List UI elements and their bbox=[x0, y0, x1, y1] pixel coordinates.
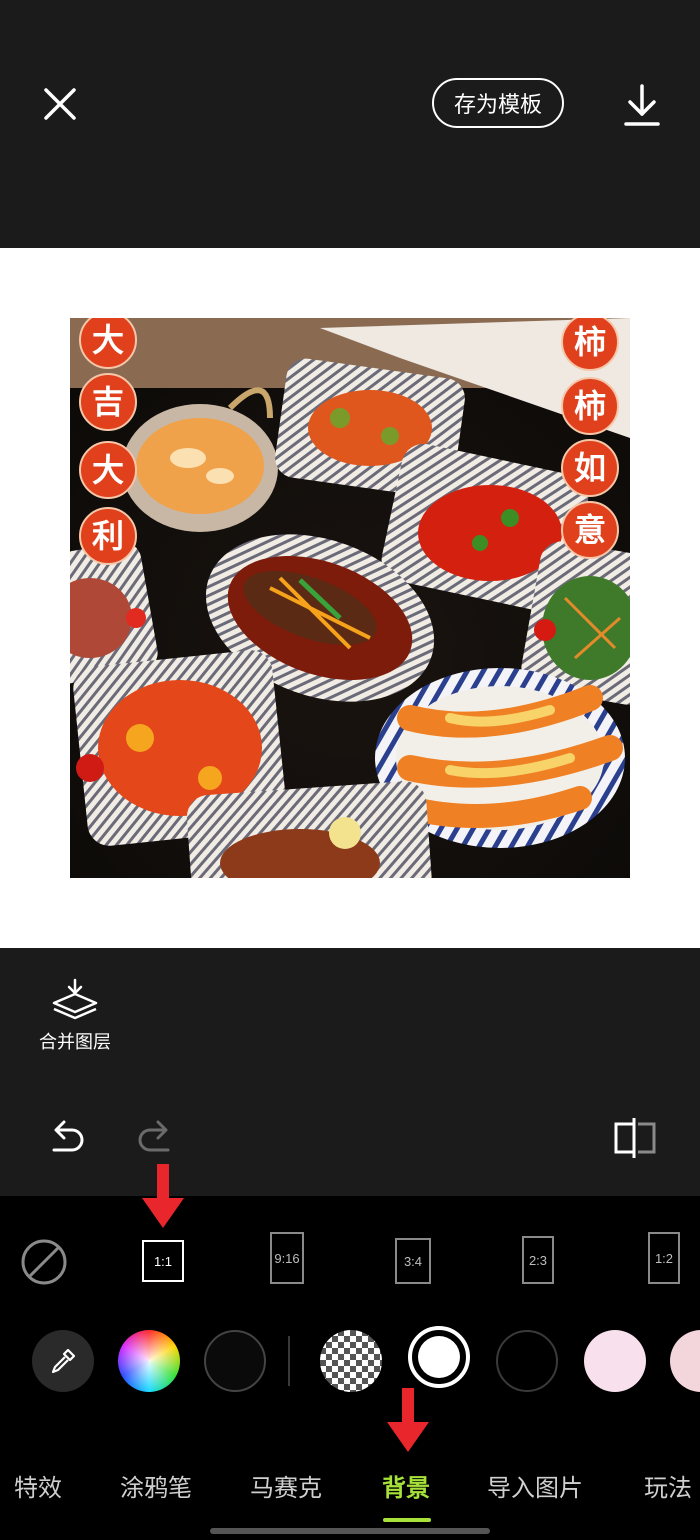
right-banner-char-4: 意 bbox=[574, 511, 606, 549]
right-banner-char-2: 柿 bbox=[574, 387, 606, 425]
left-banner-char-2: 吉 bbox=[92, 383, 124, 421]
tab-effects[interactable]: 特效 bbox=[14, 1468, 62, 1503]
tab-gameplay[interactable]: 玩法 bbox=[644, 1468, 692, 1503]
compare-button[interactable] bbox=[612, 1116, 660, 1160]
save-template-button[interactable]: 存为模板 bbox=[432, 78, 564, 128]
close-icon bbox=[44, 88, 76, 120]
eyedropper-icon bbox=[51, 1348, 76, 1374]
tab-import-image[interactable]: 导入图片 bbox=[487, 1468, 583, 1503]
canvas-background[interactable]: 大 吉 大 利 柿 柿 如 意 bbox=[0, 248, 700, 948]
color-swatch-light-pink[interactable] bbox=[584, 1330, 646, 1392]
red-arrow-icon bbox=[387, 1388, 429, 1452]
ratio-row: 1:1 9:16 3:4 2:3 1:2 bbox=[0, 1196, 700, 1316]
food-photo-image: 大 吉 大 利 柿 柿 如 意 bbox=[70, 318, 630, 878]
home-indicator bbox=[210, 1528, 490, 1534]
red-arrow-icon bbox=[142, 1164, 184, 1228]
ratio-2-3[interactable]: 2:3 bbox=[522, 1236, 554, 1284]
edit-area: 合并图层 bbox=[0, 948, 700, 1196]
ratio-1-1[interactable]: 1:1 bbox=[142, 1240, 184, 1282]
color-swatch-black-2[interactable] bbox=[496, 1330, 558, 1392]
compare-icon bbox=[614, 1118, 656, 1158]
download-icon bbox=[624, 84, 660, 126]
color-wheel-button[interactable] bbox=[118, 1330, 180, 1392]
food-photo[interactable]: 大 吉 大 利 柿 柿 如 意 bbox=[70, 318, 630, 878]
transparent-swatch[interactable] bbox=[320, 1330, 382, 1392]
undo-button[interactable] bbox=[46, 1118, 88, 1158]
download-button[interactable] bbox=[618, 80, 666, 132]
left-banner-char-4: 利 bbox=[92, 517, 124, 555]
forbidden-icon bbox=[21, 1239, 67, 1285]
close-button[interactable] bbox=[36, 80, 84, 128]
merge-layers-icon bbox=[52, 978, 98, 1020]
right-banner-char-3: 如 bbox=[574, 449, 606, 487]
eyedropper-button[interactable] bbox=[32, 1330, 94, 1392]
annotation-arrow-ratio bbox=[138, 1162, 188, 1232]
swatch-divider bbox=[288, 1336, 290, 1386]
no-ratio-button[interactable] bbox=[20, 1238, 68, 1286]
bottom-panel: 1:1 9:16 3:4 2:3 1:2 特效 涂鸦笔 马赛克 背景 导入图片 bbox=[0, 1196, 700, 1540]
color-swatch-black[interactable] bbox=[204, 1330, 266, 1392]
ratio-9-16[interactable]: 9:16 bbox=[270, 1232, 304, 1284]
left-banner-char-3: 大 bbox=[92, 451, 124, 489]
redo-icon bbox=[138, 1120, 170, 1152]
right-banner-char-1: 柿 bbox=[574, 323, 606, 361]
ratio-1-2[interactable]: 1:2 bbox=[648, 1232, 680, 1284]
annotation-arrow-background-tab bbox=[383, 1386, 433, 1456]
merge-layers-label: 合并图层 bbox=[39, 1032, 111, 1052]
left-banner-char-1: 大 bbox=[92, 321, 124, 359]
active-tab-indicator bbox=[383, 1518, 431, 1522]
redo-button[interactable] bbox=[134, 1118, 176, 1158]
tab-bar: 特效 涂鸦笔 马赛克 背景 导入图片 玩法 bbox=[0, 1458, 700, 1522]
color-swatch-white-selected[interactable] bbox=[408, 1326, 470, 1388]
tab-doodle-pen[interactable]: 涂鸦笔 bbox=[120, 1468, 192, 1503]
ratio-3-4[interactable]: 3:4 bbox=[395, 1238, 431, 1284]
color-swatch-pink-partial[interactable] bbox=[670, 1330, 700, 1392]
tab-background[interactable]: 背景 bbox=[382, 1468, 430, 1503]
undo-icon bbox=[52, 1120, 84, 1152]
color-swatch-row bbox=[0, 1322, 700, 1402]
tab-mosaic[interactable]: 马赛克 bbox=[250, 1468, 322, 1503]
merge-layers-button[interactable]: 合并图层 bbox=[30, 978, 120, 1058]
top-bar: 存为模板 bbox=[0, 0, 700, 248]
